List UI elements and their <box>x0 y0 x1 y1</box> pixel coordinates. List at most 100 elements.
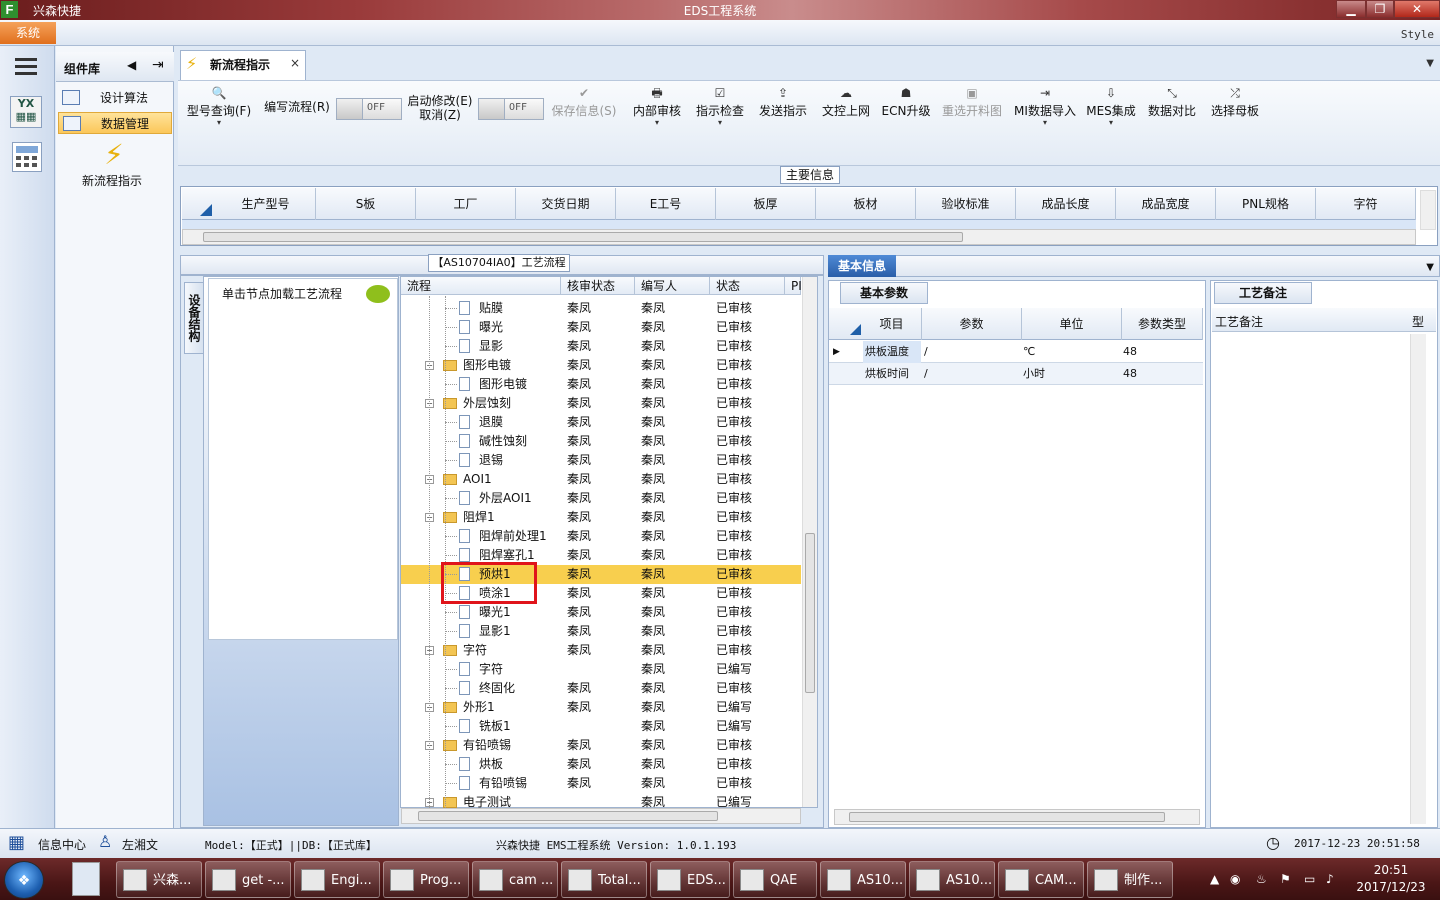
column-header[interactable]: 板厚 <box>716 188 816 220</box>
tree-row[interactable]: 退膜 秦凤 秦凤 已审核 <box>401 413 801 432</box>
lightning-icon[interactable]: ⚡ <box>100 138 128 172</box>
tree-row[interactable]: 烘板 秦凤 秦凤 已审核 <box>401 755 801 774</box>
taskbar-item[interactable]: 兴森... <box>116 861 202 898</box>
start-edit-toggle[interactable]: OFF <box>478 98 544 120</box>
taskbar-item[interactable]: Total... <box>561 861 647 898</box>
tree-row[interactable]: 曝光1 秦凤 秦凤 已审核 <box>401 603 801 622</box>
vertical-scrollbar[interactable] <box>1420 190 1436 230</box>
column-header[interactable]: 工艺备注 <box>1215 313 1263 330</box>
horizontal-scrollbar[interactable] <box>401 808 801 824</box>
write-process-toggle[interactable]: OFF <box>336 98 402 120</box>
tree-row[interactable]: − 有铅喷锡 秦凤 秦凤 已审核 <box>401 736 801 755</box>
system-menu[interactable]: 系统 <box>0 22 56 44</box>
tree-row[interactable]: − 阻焊1 秦凤 秦凤 已审核 <box>401 508 801 527</box>
chevron-down-icon[interactable]: ▼ <box>1426 262 1434 273</box>
taskbar-item[interactable]: QAE <box>733 861 817 898</box>
select-motherboard-button[interactable]: ⤮ 选择母板 <box>1206 84 1264 128</box>
internal-review-button[interactable]: 🖶 内部审核 ▾ <box>628 84 686 128</box>
column-header[interactable]: PNL规格 <box>1216 188 1316 220</box>
hamburger-icon[interactable] <box>15 72 37 75</box>
tray-volume-icon[interactable]: ♪ <box>1326 872 1334 886</box>
tab-close-icon[interactable]: × <box>290 56 300 70</box>
column-header[interactable]: PI <box>785 277 802 295</box>
tree-row[interactable]: 字符 秦凤 已编写 <box>401 660 801 679</box>
column-header[interactable]: 项目 <box>862 308 922 340</box>
calculator-icon[interactable] <box>72 862 100 896</box>
chevron-down-icon[interactable]: ▼ <box>1426 58 1434 69</box>
tree-row[interactable]: 碱性蚀刻 秦凤 秦凤 已审核 <box>401 432 801 451</box>
tab-process-notes[interactable]: 工艺备注 <box>1214 282 1312 304</box>
tray-network-icon[interactable]: ◉ <box>1230 872 1240 886</box>
taskbar-item[interactable]: get -... <box>205 861 291 898</box>
column-header[interactable]: 板材 <box>816 188 916 220</box>
instruction-check-button[interactable]: ☑ 指示检查 ▾ <box>691 84 749 128</box>
scroll-thumb[interactable] <box>805 533 815 693</box>
column-header[interactable]: 流程 <box>401 277 561 295</box>
column-header[interactable]: 型 <box>1412 313 1424 330</box>
column-header[interactable]: 字符 <box>1316 188 1416 220</box>
tab-basic-info[interactable]: 基本信息 <box>828 255 896 277</box>
column-header[interactable]: 成品长度 <box>1016 188 1116 220</box>
load-node-box[interactable] <box>208 278 398 640</box>
taskbar-item[interactable]: AS10... <box>820 861 906 898</box>
tree-row[interactable]: − 外层蚀刻 秦凤 秦凤 已审核 <box>401 394 801 413</box>
tray-expand-icon[interactable]: ▲ <box>1210 872 1219 886</box>
mi-import-button[interactable]: ⇥ MI数据导入 ▾ <box>1012 84 1078 128</box>
new-process-launcher[interactable]: 新流程指示 <box>82 172 142 189</box>
column-header[interactable]: 生产型号 <box>216 188 316 220</box>
tree-row[interactable]: 曝光 秦凤 秦凤 已审核 <box>401 318 801 337</box>
tray-monitor-icon[interactable]: ▭ <box>1304 872 1315 886</box>
horizontal-scrollbar[interactable] <box>182 229 1416 245</box>
tree-row[interactable]: 铣板1 秦凤 已编写 <box>401 717 801 736</box>
calculator-icon[interactable] <box>12 142 42 172</box>
data-compare-button[interactable]: ⤡ 数据对比 <box>1144 84 1200 128</box>
column-header[interactable]: S板 <box>316 188 416 220</box>
close-button[interactable]: ✕ <box>1394 0 1440 18</box>
pin-icon[interactable]: ⇥ <box>152 57 164 73</box>
column-header[interactable]: E工号 <box>616 188 716 220</box>
minimize-button[interactable]: ▁ <box>1336 0 1366 18</box>
column-header[interactable]: 状态 <box>710 277 785 295</box>
tray-flag-icon[interactable]: ⚑ <box>1280 872 1291 886</box>
horizontal-scrollbar[interactable] <box>834 809 1200 825</box>
table-row[interactable]: 烘板时间 / 小时 48 <box>829 363 1203 385</box>
taskbar-item[interactable]: 制作... <box>1087 861 1173 898</box>
speech-bubble-icon[interactable] <box>366 285 390 303</box>
column-header[interactable]: 编写人 <box>635 277 710 295</box>
tree-row[interactable]: − 字符 秦凤 秦凤 已审核 <box>401 641 801 660</box>
hamburger-icon[interactable] <box>15 65 37 68</box>
tree-row[interactable]: 贴膜 秦凤 秦凤 已审核 <box>401 299 801 318</box>
send-instruction-button[interactable]: ⇪ 发送指示 <box>754 84 812 128</box>
column-header[interactable]: 参数类型 <box>1122 308 1203 340</box>
maximize-button[interactable]: ❐ <box>1366 0 1394 18</box>
save-info-button[interactable]: ✔ 保存信息(S) <box>548 84 620 128</box>
tree-row[interactable]: 终固化 秦凤 秦凤 已审核 <box>401 679 801 698</box>
tray-security-icon[interactable]: ♨ <box>1256 872 1267 886</box>
tree-row[interactable]: 图形电镀 秦凤 秦凤 已审核 <box>401 375 801 394</box>
scroll-thumb[interactable] <box>418 811 718 821</box>
info-center[interactable]: 信息中心 <box>38 836 86 853</box>
hamburger-icon[interactable] <box>15 58 37 61</box>
column-header[interactable]: 交货日期 <box>516 188 616 220</box>
column-header[interactable]: 参数 <box>922 308 1022 340</box>
style-menu[interactable]: Style <box>1401 28 1434 41</box>
tree-row[interactable]: 显影1 秦凤 秦凤 已审核 <box>401 622 801 641</box>
tree-row[interactable]: 有铅喷锡 秦凤 秦凤 已审核 <box>401 774 801 793</box>
taskbar-item[interactable]: cam ... <box>472 861 558 898</box>
vertical-scrollbar[interactable] <box>802 277 817 807</box>
collapse-left-icon[interactable]: ◀ <box>127 58 136 72</box>
tree-row[interactable]: 显影 秦凤 秦凤 已审核 <box>401 337 801 356</box>
ecn-upgrade-button[interactable]: ☗ ECN升级 <box>880 84 932 128</box>
column-header[interactable]: 成品宽度 <box>1116 188 1216 220</box>
side-tab-equipment[interactable]: 设备结构 <box>184 282 204 354</box>
factory-icon[interactable]: YX ▦▦ <box>10 96 42 128</box>
column-header[interactable]: 核审状态 <box>561 277 635 295</box>
taskbar-item[interactable]: AS10... <box>909 861 995 898</box>
component-item-design-algorithm[interactable]: 设计算法 <box>58 87 172 109</box>
component-item-data-management[interactable]: 数据管理 <box>58 112 172 134</box>
taskbar-item[interactable]: Engi... <box>294 861 380 898</box>
start-button[interactable]: ❖ <box>4 861 44 899</box>
taskbar-item[interactable]: CAM... <box>998 861 1084 898</box>
scroll-thumb[interactable] <box>203 232 963 242</box>
vertical-scrollbar[interactable] <box>1410 334 1426 824</box>
